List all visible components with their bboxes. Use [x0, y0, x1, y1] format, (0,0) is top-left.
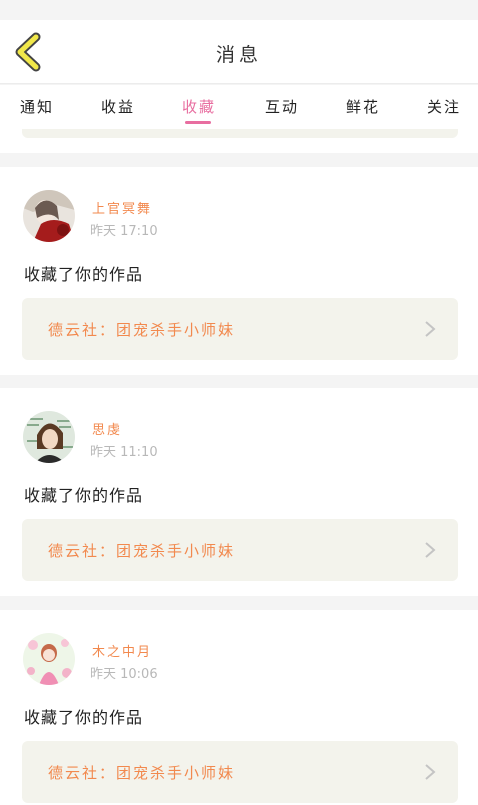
chevron-right-icon — [425, 321, 436, 337]
top-bar: 消息 — [0, 20, 478, 84]
previous-work-box-edge — [22, 129, 458, 138]
timestamp: 昨天 10:06 — [90, 667, 158, 682]
username[interactable]: 思虔 — [92, 419, 122, 438]
chevron-right-icon — [425, 764, 436, 780]
work-link[interactable]: 德云社：团宠杀手小师妹 — [22, 298, 458, 360]
work-link[interactable]: 德云社：团宠杀手小师妹 — [22, 519, 458, 581]
action-text: 收藏了你的作品 — [24, 708, 144, 727]
tab-flowers[interactable]: 鲜花 — [346, 96, 380, 117]
status-bar — [0, 0, 478, 20]
tab-follows[interactable]: 关注 — [427, 96, 461, 117]
chevron-right-icon — [425, 542, 436, 558]
work-title: 德云社：团宠杀手小师妹 — [48, 321, 236, 339]
action-text: 收藏了你的作品 — [24, 486, 144, 505]
active-tab-indicator — [185, 121, 211, 124]
tab-interactions[interactable]: 互动 — [265, 96, 299, 117]
message-card: 思虔 昨天 11:10 收藏了你的作品 德云社：团宠杀手小师妹 — [0, 388, 478, 596]
tab-notifications[interactable]: 通知 — [20, 96, 54, 117]
avatar-image — [23, 411, 75, 463]
username[interactable]: 木之中月 — [92, 641, 152, 660]
timestamp: 昨天 11:10 — [90, 445, 158, 460]
previous-card-edge — [0, 129, 478, 153]
work-title: 德云社：团宠杀手小师妹 — [48, 764, 236, 782]
avatar-image — [23, 190, 75, 242]
avatar[interactable] — [23, 411, 75, 463]
work-link[interactable]: 德云社：团宠杀手小师妹 — [22, 741, 458, 803]
username[interactable]: 上官冥舞 — [92, 198, 152, 217]
tab-bar: 通知 收益 收藏 互动 鲜花 关注 — [0, 85, 478, 129]
work-title: 德云社：团宠杀手小师妹 — [48, 542, 236, 560]
action-text: 收藏了你的作品 — [24, 265, 144, 284]
tab-earnings[interactable]: 收益 — [101, 96, 135, 117]
page-title: 消息 — [215, 44, 262, 66]
avatar[interactable] — [23, 633, 75, 685]
message-card: 上官冥舞 昨天 17:10 收藏了你的作品 德云社：团宠杀手小师妹 — [0, 167, 478, 375]
timestamp: 昨天 17:10 — [90, 224, 158, 239]
avatar-image — [23, 633, 75, 685]
tab-favorites[interactable]: 收藏 — [182, 96, 216, 117]
avatar[interactable] — [23, 190, 75, 242]
message-card: 木之中月 昨天 10:06 收藏了你的作品 德云社：团宠杀手小师妹 — [0, 610, 478, 805]
